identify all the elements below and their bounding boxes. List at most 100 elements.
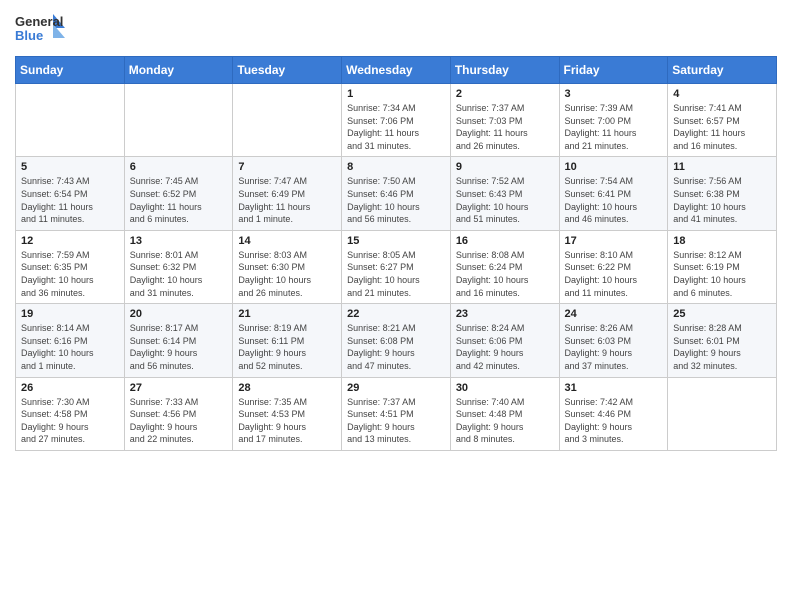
day-info: Sunrise: 7:30 AM Sunset: 4:58 PM Dayligh…	[21, 396, 119, 446]
day-cell-9: 9Sunrise: 7:52 AM Sunset: 6:43 PM Daylig…	[450, 157, 559, 230]
day-number: 23	[456, 308, 554, 320]
weekday-header-row: SundayMondayTuesdayWednesdayThursdayFrid…	[16, 57, 777, 84]
day-cell-26: 26 Sunrise: 7:30 AM Sunset: 4:58 PM Dayli…	[16, 377, 125, 450]
day-cell-15: 15 Sunrise: 8:05 AM Sunset: 6:27 PM Dayli…	[342, 230, 451, 303]
day-cell-27: 27 Sunrise: 7:33 AM Sunset: 4:56 PM Dayli…	[124, 377, 233, 450]
day-number: 21	[238, 308, 336, 320]
logo: GeneralBlue	[15, 10, 65, 48]
day-info: Sunrise: 8:24 AM Sunset: 6:06 PM Dayligh…	[456, 322, 554, 372]
week-row-5: 26 Sunrise: 7:30 AM Sunset: 4:58 PM Dayli…	[16, 377, 777, 450]
week-row-1: 1Sunrise: 7:34 AM Sunset: 7:06 PM Daylig…	[16, 84, 777, 157]
logo-icon: GeneralBlue	[15, 10, 65, 48]
weekday-monday: Monday	[124, 57, 233, 84]
day-info: Sunrise: 7:34 AM Sunset: 7:06 PM Dayligh…	[347, 102, 445, 152]
day-number: 16	[456, 235, 554, 247]
day-number: 22	[347, 308, 445, 320]
day-number: 20	[130, 308, 228, 320]
weekday-tuesday: Tuesday	[233, 57, 342, 84]
week-row-2: 5 Sunrise: 7:43 AM Sunset: 6:54 PM Daylig…	[16, 157, 777, 230]
weekday-sunday: Sunday	[16, 57, 125, 84]
day-number: 4	[673, 88, 771, 100]
day-info: Sunrise: 8:12 AM Sunset: 6:19 PM Dayligh…	[673, 249, 771, 299]
day-cell-21: 21 Sunrise: 8:19 AM Sunset: 6:11 PM Dayli…	[233, 304, 342, 377]
day-cell-11: 11Sunrise: 7:56 AM Sunset: 6:38 PM Dayli…	[668, 157, 777, 230]
page: GeneralBlue SundayMondayTuesdayWednesday…	[0, 0, 792, 612]
day-number: 19	[21, 308, 119, 320]
day-info: Sunrise: 7:33 AM Sunset: 4:56 PM Dayligh…	[130, 396, 228, 446]
day-cell-1: 1Sunrise: 7:34 AM Sunset: 7:06 PM Daylig…	[342, 84, 451, 157]
day-number: 5	[21, 161, 119, 173]
svg-text:General: General	[15, 14, 63, 29]
day-info: Sunrise: 7:43 AM Sunset: 6:54 PM Dayligh…	[21, 175, 119, 225]
day-number: 27	[130, 382, 228, 394]
day-cell-31: 31 Sunrise: 7:42 AM Sunset: 4:46 PM Dayli…	[559, 377, 668, 450]
day-number: 18	[673, 235, 771, 247]
week-row-3: 12Sunrise: 7:59 AM Sunset: 6:35 PM Dayli…	[16, 230, 777, 303]
day-number: 8	[347, 161, 445, 173]
day-cell-28: 28Sunrise: 7:35 AM Sunset: 4:53 PM Dayli…	[233, 377, 342, 450]
day-number: 2	[456, 88, 554, 100]
day-cell-18: 18 Sunrise: 8:12 AM Sunset: 6:19 PM Dayli…	[668, 230, 777, 303]
day-cell-19: 19 Sunrise: 8:14 AM Sunset: 6:16 PM Dayli…	[16, 304, 125, 377]
day-cell-8: 8 Sunrise: 7:50 AM Sunset: 6:46 PM Daylig…	[342, 157, 451, 230]
empty-cell	[668, 377, 777, 450]
day-cell-24: 24Sunrise: 8:26 AM Sunset: 6:03 PM Dayli…	[559, 304, 668, 377]
day-cell-13: 13 Sunrise: 8:01 AM Sunset: 6:32 PM Dayli…	[124, 230, 233, 303]
day-cell-22: 22 Sunrise: 8:21 AM Sunset: 6:08 PM Dayli…	[342, 304, 451, 377]
weekday-saturday: Saturday	[668, 57, 777, 84]
day-info: Sunrise: 7:54 AM Sunset: 6:41 PM Dayligh…	[565, 175, 663, 225]
day-cell-23: 23 Sunrise: 8:24 AM Sunset: 6:06 PM Dayli…	[450, 304, 559, 377]
day-info: Sunrise: 8:08 AM Sunset: 6:24 PM Dayligh…	[456, 249, 554, 299]
day-cell-7: 7 Sunrise: 7:47 AM Sunset: 6:49 PM Daylig…	[233, 157, 342, 230]
day-number: 6	[130, 161, 228, 173]
week-row-4: 19 Sunrise: 8:14 AM Sunset: 6:16 PM Dayli…	[16, 304, 777, 377]
header: GeneralBlue	[15, 10, 777, 48]
day-info: Sunrise: 8:17 AM Sunset: 6:14 PM Dayligh…	[130, 322, 228, 372]
day-number: 29	[347, 382, 445, 394]
day-info: Sunrise: 7:37 AM Sunset: 4:51 PM Dayligh…	[347, 396, 445, 446]
day-cell-29: 29 Sunrise: 7:37 AM Sunset: 4:51 PM Dayli…	[342, 377, 451, 450]
day-info: Sunrise: 7:56 AM Sunset: 6:38 PM Dayligh…	[673, 175, 771, 225]
day-cell-2: 2 Sunrise: 7:37 AM Sunset: 7:03 PM Daylig…	[450, 84, 559, 157]
weekday-thursday: Thursday	[450, 57, 559, 84]
day-cell-3: 3 Sunrise: 7:39 AM Sunset: 7:00 PM Daylig…	[559, 84, 668, 157]
day-number: 25	[673, 308, 771, 320]
day-number: 13	[130, 235, 228, 247]
day-info: Sunrise: 7:52 AM Sunset: 6:43 PM Dayligh…	[456, 175, 554, 225]
day-number: 28	[238, 382, 336, 394]
day-cell-12: 12Sunrise: 7:59 AM Sunset: 6:35 PM Dayli…	[16, 230, 125, 303]
day-number: 26	[21, 382, 119, 394]
day-info: Sunrise: 7:39 AM Sunset: 7:00 PM Dayligh…	[565, 102, 663, 152]
day-cell-4: 4 Sunrise: 7:41 AM Sunset: 6:57 PM Daylig…	[668, 84, 777, 157]
day-info: Sunrise: 7:37 AM Sunset: 7:03 PM Dayligh…	[456, 102, 554, 152]
day-number: 15	[347, 235, 445, 247]
day-info: Sunrise: 8:28 AM Sunset: 6:01 PM Dayligh…	[673, 322, 771, 372]
empty-cell	[124, 84, 233, 157]
day-info: Sunrise: 8:01 AM Sunset: 6:32 PM Dayligh…	[130, 249, 228, 299]
weekday-wednesday: Wednesday	[342, 57, 451, 84]
day-info: Sunrise: 8:21 AM Sunset: 6:08 PM Dayligh…	[347, 322, 445, 372]
day-info: Sunrise: 8:14 AM Sunset: 6:16 PM Dayligh…	[21, 322, 119, 372]
day-number: 10	[565, 161, 663, 173]
day-cell-14: 14Sunrise: 8:03 AM Sunset: 6:30 PM Dayli…	[233, 230, 342, 303]
day-info: Sunrise: 7:50 AM Sunset: 6:46 PM Dayligh…	[347, 175, 445, 225]
day-info: Sunrise: 8:05 AM Sunset: 6:27 PM Dayligh…	[347, 249, 445, 299]
day-info: Sunrise: 7:42 AM Sunset: 4:46 PM Dayligh…	[565, 396, 663, 446]
day-info: Sunrise: 7:47 AM Sunset: 6:49 PM Dayligh…	[238, 175, 336, 225]
svg-text:Blue: Blue	[15, 28, 43, 43]
day-info: Sunrise: 8:19 AM Sunset: 6:11 PM Dayligh…	[238, 322, 336, 372]
day-number: 12	[21, 235, 119, 247]
day-cell-6: 6Sunrise: 7:45 AM Sunset: 6:52 PM Daylig…	[124, 157, 233, 230]
day-number: 3	[565, 88, 663, 100]
day-cell-16: 16 Sunrise: 8:08 AM Sunset: 6:24 PM Dayli…	[450, 230, 559, 303]
day-number: 24	[565, 308, 663, 320]
calendar-table: SundayMondayTuesdayWednesdayThursdayFrid…	[15, 56, 777, 451]
day-cell-20: 20 Sunrise: 8:17 AM Sunset: 6:14 PM Dayli…	[124, 304, 233, 377]
day-info: Sunrise: 7:41 AM Sunset: 6:57 PM Dayligh…	[673, 102, 771, 152]
day-number: 17	[565, 235, 663, 247]
day-number: 31	[565, 382, 663, 394]
day-number: 7	[238, 161, 336, 173]
day-cell-10: 10 Sunrise: 7:54 AM Sunset: 6:41 PM Dayli…	[559, 157, 668, 230]
day-cell-30: 30Sunrise: 7:40 AM Sunset: 4:48 PM Dayli…	[450, 377, 559, 450]
day-cell-5: 5 Sunrise: 7:43 AM Sunset: 6:54 PM Daylig…	[16, 157, 125, 230]
